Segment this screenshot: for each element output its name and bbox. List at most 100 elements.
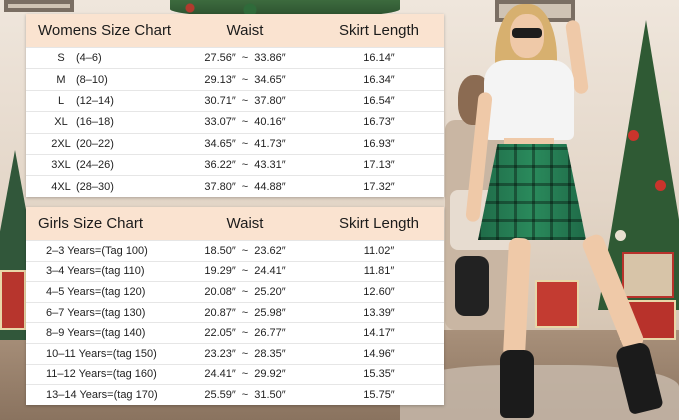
handbag: [455, 256, 489, 316]
table-row: 3–4 Years=(tag 110) 19.29″ ~24.41″ 11.81″: [26, 260, 444, 282]
waist-column-header: Waist: [226, 215, 264, 232]
girls-chart-title: Girls Size Chart: [38, 215, 144, 232]
waist-min: 29.13″: [204, 73, 236, 86]
table-row: L (12–14) 30.71″ ~37.80″ 16.54″: [26, 89, 444, 111]
waist-cell: 25.59″ ~31.50″: [176, 389, 314, 401]
length-column-header: Skirt Length: [338, 22, 420, 39]
length-cell: 14.96″: [363, 347, 395, 360]
length-cell: 11.81″: [363, 265, 395, 278]
table-row: 10–11 Years=(tag 150) 23.23″ ~28.35″ 14.96″: [26, 342, 444, 364]
waist-min: 19.29″: [204, 265, 236, 278]
table-row: 4–5 Years=(tag 120) 20.08″ ~25.20″ 12.60″: [26, 281, 444, 302]
waist-min: 27.56″: [204, 52, 236, 65]
waist-min: 24.41″: [204, 368, 236, 381]
waist-max: 24.41″: [254, 265, 286, 278]
waist-min: 37.80″: [204, 180, 236, 193]
length-cell: 15.75″: [363, 388, 395, 401]
waist-min: 20.87″: [204, 306, 236, 319]
waist-max: 31.50″: [254, 388, 286, 401]
womens-chart-body: S (4–6) 27.56″ ~33.86″ 16.14″ M (8–10) 29.13″ ~3…: [26, 47, 444, 197]
waist-max: 34.65″: [254, 73, 286, 86]
length-cell: 13.39″: [363, 306, 395, 319]
length-cell: 16.73″: [363, 116, 395, 129]
waist-cell: 24.41″ ~29.92″: [176, 368, 314, 380]
length-cell: 17.13″: [363, 159, 395, 172]
womens-chart-title: Womens Size Chart: [38, 22, 172, 39]
model-figure: [455, 0, 664, 420]
waist-min: 34.65″: [204, 137, 236, 150]
size-cell: S (4–6): [26, 52, 176, 64]
waist-max: 40.16″: [254, 116, 286, 129]
size-label: 3XL: [51, 159, 71, 172]
model-leg: [502, 237, 532, 359]
table-row: S (4–6) 27.56″ ~33.86″ 16.14″: [26, 47, 444, 68]
waist-max: 26.77″: [254, 327, 286, 340]
size-cell: 2XL (20–22): [26, 138, 176, 150]
length-cell: 17.32″: [363, 180, 395, 193]
waist-separator: ~: [241, 327, 249, 340]
waist-min: 25.59″: [204, 388, 236, 401]
table-row: 6–7 Years=(tag 130) 20.87″ ~25.98″ 13.39″: [26, 301, 444, 323]
size-cell: M (8–10): [26, 74, 176, 86]
waist-cell: 22.05″ ~26.77″: [176, 327, 314, 339]
table-row: 8–9 Years=(tag 140) 22.05″ ~26.77″ 14.17″: [26, 322, 444, 343]
waist-separator: ~: [241, 306, 249, 319]
size-cell: 8–9 Years=(tag 140): [46, 327, 146, 340]
size-label: 4XL: [51, 180, 71, 193]
waist-separator: ~: [241, 285, 249, 298]
waist-cell: 27.56″ ~33.86″: [176, 52, 314, 64]
size-label: S: [57, 52, 65, 65]
size-cell: 13–14 Years=(tag 170): [46, 388, 158, 401]
waist-max: 37.80″: [254, 94, 286, 107]
table-row: 3XL (24–26) 36.22″ ~43.31″ 17.13″: [26, 153, 444, 175]
waist-column-header: Waist: [226, 22, 264, 39]
length-cell: 12.60″: [363, 285, 395, 298]
waist-cell: 33.07″ ~40.16″: [176, 116, 314, 128]
waist-separator: ~: [241, 347, 249, 360]
ornament: [655, 180, 666, 191]
waist-min: 22.05″: [204, 327, 236, 340]
length-cell: 16.93″: [363, 137, 395, 150]
waist-separator: ~: [241, 244, 249, 257]
waist-cell: 23.23″ ~28.35″: [176, 348, 314, 360]
waist-max: 33.86″: [254, 52, 286, 65]
waist-cell: 36.22″ ~43.31″: [176, 159, 314, 171]
size-range: (16–18): [76, 116, 114, 129]
size-cell: 10–11 Years=(tag 150): [46, 347, 157, 360]
waist-separator: ~: [241, 73, 249, 86]
size-cell: 4XL (28–30): [26, 181, 176, 193]
size-range: (28–30): [76, 180, 114, 193]
waist-cell: 18.50″ ~23.62″: [176, 245, 314, 257]
waist-cell: 19.29″ ~24.41″: [176, 265, 314, 277]
waist-separator: ~: [241, 94, 249, 107]
waist-separator: ~: [241, 180, 249, 193]
waist-separator: ~: [241, 137, 249, 150]
waist-max: 43.31″: [254, 159, 286, 172]
size-cell: 4–5 Years=(tag 120): [46, 285, 146, 298]
length-cell: 16.54″: [363, 94, 395, 107]
size-range: (4–6): [76, 52, 102, 65]
waist-min: 36.22″: [204, 159, 236, 172]
size-range: (12–14): [76, 94, 114, 107]
size-cell: 3–4 Years=(tag 110): [46, 265, 145, 278]
length-cell: 15.35″: [363, 368, 395, 381]
waist-min: 33.07″: [204, 116, 236, 129]
waist-min: 23.23″: [204, 347, 236, 360]
waist-cell: 37.80″ ~44.88″: [176, 181, 314, 193]
waist-max: 25.20″: [254, 285, 286, 298]
waist-cell: 30.71″ ~37.80″: [176, 95, 314, 107]
black-boot: [500, 350, 534, 418]
waist-separator: ~: [241, 159, 249, 172]
waist-separator: ~: [241, 265, 249, 278]
womens-size-chart: Womens Size Chart Waist Skirt Length S (4…: [26, 14, 444, 197]
waist-separator: ~: [241, 116, 249, 129]
plaid-skirt: [478, 144, 586, 240]
table-row: XL (16–18) 33.07″ ~40.16″ 16.73″: [26, 111, 444, 132]
size-cell: 6–7 Years=(tag 130): [46, 306, 146, 319]
waist-separator: ~: [241, 368, 249, 381]
length-cell: 14.17″: [363, 327, 395, 340]
womens-chart-header: Womens Size Chart Waist Skirt Length: [26, 14, 444, 47]
size-cell: XL (16–18): [26, 116, 176, 128]
wall-frame: [4, 0, 74, 12]
waist-cell: 20.87″ ~25.98″: [176, 307, 314, 319]
